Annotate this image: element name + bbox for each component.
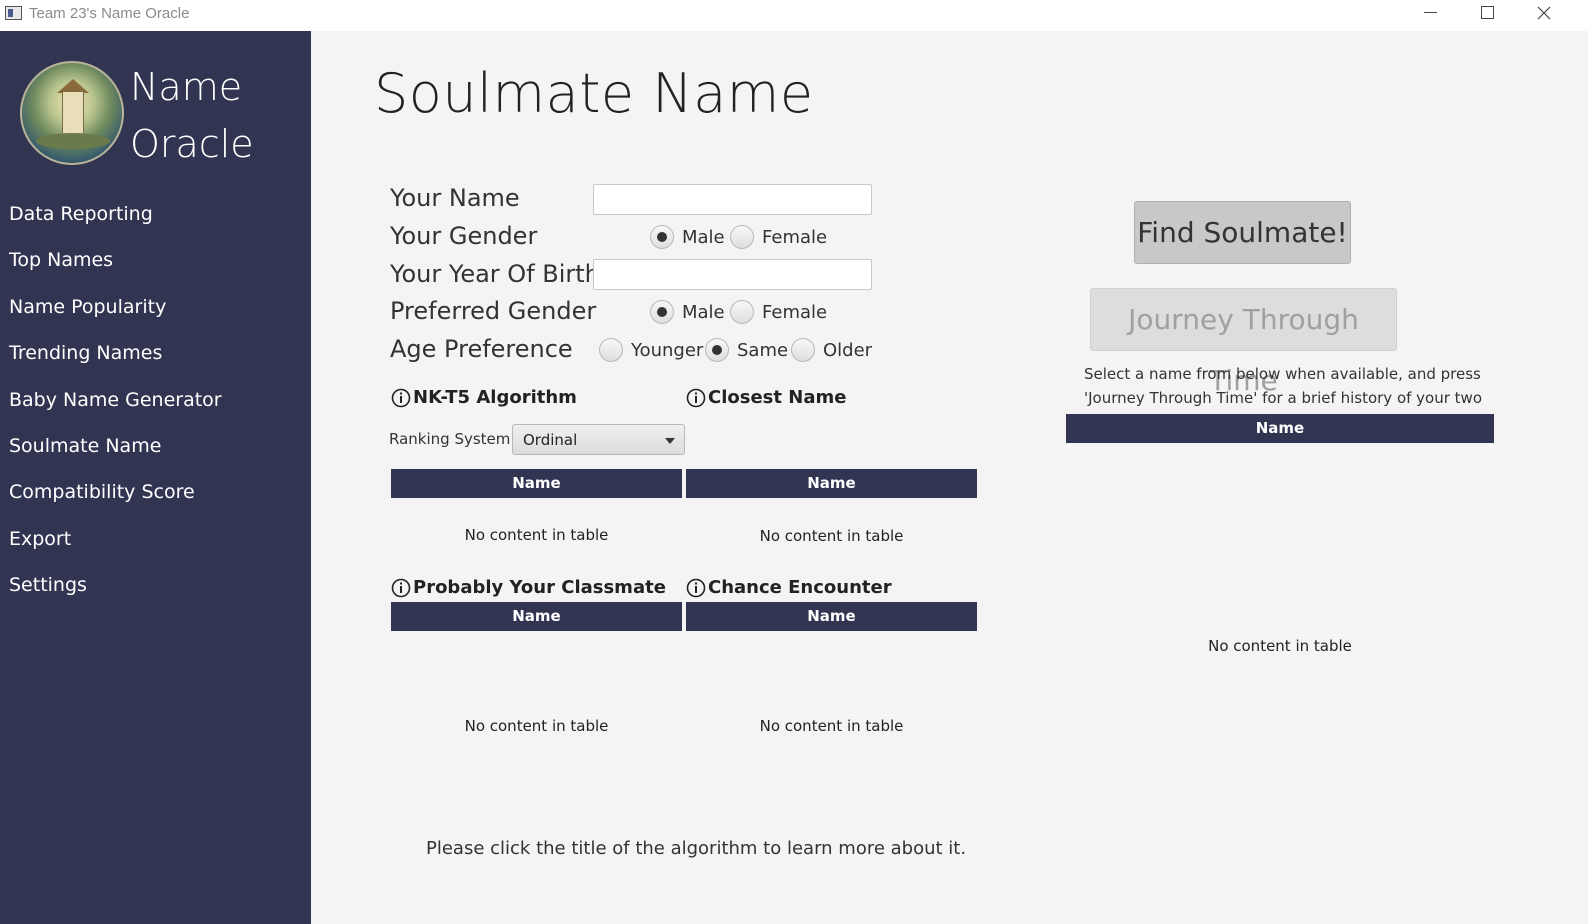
age-same-radio[interactable]: Same [705, 338, 788, 362]
table-empty-message: No content in table [759, 527, 904, 545]
sidebar: Name Oracle Data Reporting Top Names Nam… [0, 31, 311, 924]
ranking-system-dropdown[interactable]: Ordinal [512, 424, 685, 455]
close-icon [1537, 6, 1551, 20]
classmate-title-text: Probably Your Classmate [413, 577, 666, 598]
table-header-name[interactable]: Name [1066, 414, 1494, 443]
result-names-table[interactable]: Name No content in table [1066, 414, 1494, 834]
nk-t5-algorithm-title[interactable]: NK-T5 Algorithm [391, 387, 577, 408]
classmate-title[interactable]: Probably Your Classmate [391, 577, 666, 598]
table-empty-message: No content in table [464, 717, 609, 735]
radio-label: Male [682, 301, 725, 323]
table-header-name[interactable]: Name [686, 602, 977, 631]
your-name-label: Your Name [390, 184, 520, 212]
nk-t5-table[interactable]: Name No content in table [391, 469, 682, 565]
table-empty-message: No content in table [464, 526, 609, 544]
sidebar-item-data-reporting[interactable]: Data Reporting [0, 199, 311, 245]
find-soulmate-button[interactable]: Find Soulmate! [1134, 201, 1351, 264]
your-gender-male-radio[interactable]: Male [650, 225, 725, 249]
radio-indicator [730, 300, 754, 324]
your-gender-female-radio[interactable]: Female [730, 225, 827, 249]
app-icon [5, 6, 22, 20]
sidebar-item-compatibility-score[interactable]: Compatibility Score [0, 477, 311, 523]
year-of-birth-input[interactable] [593, 259, 872, 290]
preferred-gender-female-radio[interactable]: Female [730, 300, 827, 324]
sidebar-item-trending-names[interactable]: Trending Names [0, 338, 311, 384]
radio-label: Same [737, 339, 789, 361]
sidebar-item-soulmate-name[interactable]: Soulmate Name [0, 431, 311, 477]
chance-encounter-table[interactable]: Name No content in table [686, 602, 977, 762]
year-of-birth-label: Your Year Of Birth [390, 260, 600, 288]
nk-t5-title-text: NK-T5 Algorithm [413, 387, 577, 408]
radio-indicator [599, 338, 623, 362]
brand-line2: Oracle [130, 122, 254, 166]
maximize-button[interactable] [1464, 0, 1510, 31]
radio-selected-indicator [650, 300, 674, 324]
table-header-name[interactable]: Name [391, 602, 682, 631]
ranking-system-value: Ordinal [523, 431, 578, 449]
closest-name-title[interactable]: Closest Name [686, 387, 846, 408]
minimize-button[interactable] [1408, 0, 1454, 31]
radio-label: Female [762, 226, 828, 248]
info-icon [686, 578, 706, 597]
brand-title: Name Oracle [130, 59, 254, 173]
closest-name-table[interactable]: Name No content in table [686, 469, 977, 565]
radio-selected-indicator [705, 338, 729, 362]
your-gender-label: Your Gender [390, 222, 538, 250]
info-icon [391, 578, 411, 597]
table-empty-message: No content in table [1208, 637, 1352, 655]
table-header-name[interactable]: Name [391, 469, 682, 498]
radio-indicator [730, 225, 754, 249]
close-button[interactable] [1521, 0, 1567, 31]
sidebar-nav: Data Reporting Top Names Name Popularity… [0, 199, 311, 617]
preferred-gender-male-radio[interactable]: Male [650, 300, 725, 324]
radio-indicator [791, 338, 815, 362]
journey-through-time-button[interactable]: Journey Through Time [1090, 288, 1397, 397]
table-empty-message: No content in table [759, 717, 904, 735]
table-header-name[interactable]: Name [686, 469, 977, 498]
info-icon [686, 388, 706, 407]
window-title: Team 23's Name Oracle [29, 5, 190, 22]
page-title: Soulmate Name [374, 62, 814, 125]
algorithm-help-note: Please click the title of the algorithm … [426, 838, 967, 859]
closest-title-text: Closest Name [708, 387, 847, 408]
chance-title-text: Chance Encounter [708, 577, 892, 598]
classmate-table[interactable]: Name No content in table [391, 602, 682, 762]
brand-line1: Name [130, 65, 243, 109]
preferred-gender-label: Preferred Gender [390, 297, 597, 325]
radio-label: Younger [631, 339, 704, 361]
window-titlebar: Team 23's Name Oracle [0, 0, 1588, 31]
sidebar-item-baby-name-generator[interactable]: Baby Name Generator [0, 385, 311, 431]
radio-label: Male [682, 226, 725, 248]
info-icon [391, 388, 411, 407]
age-older-radio[interactable]: Older [791, 338, 872, 362]
radio-label: Female [762, 301, 828, 323]
radio-selected-indicator [650, 225, 674, 249]
radio-label: Older [823, 339, 873, 361]
your-name-input[interactable] [593, 184, 872, 215]
chevron-down-icon [665, 438, 675, 444]
sidebar-item-top-names[interactable]: Top Names [0, 245, 311, 291]
sidebar-item-settings[interactable]: Settings [0, 570, 311, 616]
age-younger-radio[interactable]: Younger [599, 338, 703, 362]
ranking-system-label: Ranking System [389, 430, 511, 448]
sidebar-item-export[interactable]: Export [0, 524, 311, 570]
sidebar-item-name-popularity[interactable]: Name Popularity [0, 292, 311, 338]
age-preference-label: Age Preference [390, 335, 573, 363]
chance-encounter-title[interactable]: Chance Encounter [686, 577, 892, 598]
oracle-logo [20, 61, 124, 165]
